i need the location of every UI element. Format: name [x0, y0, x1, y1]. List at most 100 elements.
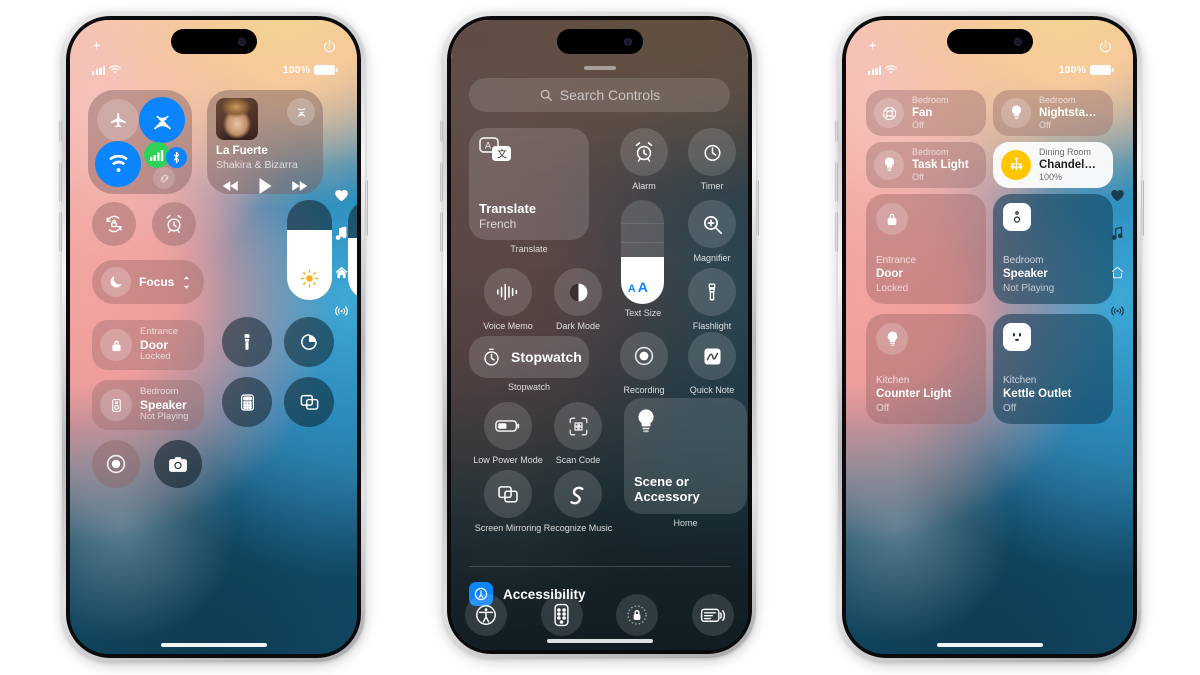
now-playing-module[interactable]: La Fuerte Shakira & Bizarra — [207, 90, 323, 194]
quick-note-icon — [688, 332, 736, 380]
home-indicator[interactable] — [160, 643, 267, 647]
gallery-alarm[interactable]: Alarm — [609, 128, 679, 192]
home-tile-bedroom-task-light[interactable]: Bedroom Task Light Off — [866, 142, 986, 188]
gallery-label: Screen Mirroring — [474, 523, 542, 533]
tile-room: Bedroom — [912, 95, 949, 106]
home-tile-kitchen-counter-light[interactable]: Kitchen Counter Light Off — [866, 314, 986, 424]
music-note-icon[interactable] — [1111, 226, 1124, 241]
airplane-mode-toggle[interactable] — [97, 99, 139, 141]
silent-switch[interactable] — [835, 120, 838, 142]
gallery-dark-mode[interactable]: Dark Mode — [543, 268, 613, 332]
home-tile-bedroom-speaker[interactable]: Bedroom Speaker Not Playing — [993, 194, 1113, 304]
home-icon[interactable] — [334, 265, 349, 280]
home-tile-entrance-door[interactable]: Entrance Door Locked — [92, 320, 204, 370]
gallery-low-power[interactable]: Low Power Mode — [473, 402, 543, 466]
power-icon[interactable] — [322, 39, 337, 54]
home-tile-kitchen-kettle-outlet[interactable]: Kitchen Kettle Outlet Off — [993, 314, 1113, 424]
alarm-control[interactable] — [152, 202, 196, 246]
guided-access-lock-icon[interactable] — [616, 594, 659, 636]
gallery-magnifier[interactable]: Magnifier — [677, 200, 747, 264]
text-size-slider[interactable]: AA — [621, 200, 664, 304]
volume-up-button[interactable] — [835, 162, 838, 202]
heart-icon[interactable] — [334, 188, 349, 202]
brightness-slider[interactable] — [287, 200, 332, 300]
rotation-lock-toggle[interactable] — [92, 202, 136, 246]
broadcast-icon[interactable] — [1110, 304, 1125, 318]
tile-room: Kitchen — [876, 375, 910, 387]
gallery-recording[interactable]: Recording — [609, 332, 679, 396]
heart-icon[interactable] — [1110, 188, 1125, 202]
airdrop-icon — [151, 109, 174, 132]
tile-state: Off — [912, 172, 924, 183]
gallery-scene-accessory-card[interactable]: Scene or Accessory — [624, 398, 747, 514]
gallery-stopwatch-card[interactable]: Stopwatch — [469, 336, 589, 378]
rewind-icon[interactable] — [222, 180, 240, 192]
side-power-button[interactable] — [756, 180, 759, 236]
volume-down-button[interactable] — [59, 212, 62, 252]
bluetooth-icon — [171, 151, 182, 164]
calculator-control[interactable] — [222, 377, 272, 427]
bluetooth-toggle[interactable] — [166, 147, 187, 168]
gallery-voice-memo[interactable]: Voice Memo — [473, 268, 543, 332]
tile-room: Bedroom — [1039, 95, 1076, 106]
home-indicator[interactable] — [546, 639, 653, 643]
battery-icon — [314, 65, 338, 75]
connectivity-module[interactable] — [88, 90, 192, 194]
home-tile-bedroom-fan[interactable]: Bedroom Fan Off — [866, 90, 986, 136]
gallery-scan-code[interactable]: Scan Code — [543, 402, 613, 466]
phone3-status-bar: 100% — [846, 62, 1133, 78]
hearing-device-icon[interactable] — [691, 594, 734, 636]
volume-slider[interactable] — [348, 200, 357, 300]
home-tile-bedroom-speaker[interactable]: Bedroom Speaker Not Playing — [92, 380, 204, 430]
forward-icon[interactable] — [290, 180, 308, 192]
home-indicator[interactable] — [936, 643, 1043, 647]
camera-icon — [167, 454, 189, 474]
search-controls-field[interactable]: Search Controls — [469, 78, 730, 112]
silent-switch[interactable] — [59, 120, 62, 142]
home-icon[interactable] — [1110, 265, 1125, 280]
hotspot-link-icon — [158, 172, 171, 185]
screen-record-control[interactable] — [92, 440, 140, 488]
silent-switch[interactable] — [440, 120, 443, 142]
chevron-updown-icon[interactable] — [182, 275, 191, 289]
gallery-timer[interactable]: Timer — [677, 128, 747, 192]
gallery-flashlight[interactable]: Flashlight — [677, 268, 747, 332]
volume-down-button[interactable] — [835, 212, 838, 252]
gallery-quick-note[interactable]: Quick Note — [677, 332, 747, 396]
gallery-screen-mirroring[interactable]: Screen Mirroring — [473, 470, 543, 534]
tile-name: Speaker — [1003, 268, 1048, 281]
home-tile-entrance-door[interactable]: Entrance Door Locked — [866, 194, 986, 304]
side-power-button[interactable] — [1141, 180, 1144, 236]
drag-handle[interactable] — [583, 66, 616, 70]
home-tile-bedroom-nightstand[interactable]: Bedroom Nightsta… Off — [993, 90, 1113, 136]
camera-control[interactable] — [154, 440, 202, 488]
calculator-icon — [238, 393, 257, 412]
broadcast-icon[interactable] — [334, 304, 349, 318]
remote-icon[interactable] — [540, 594, 583, 636]
play-icon[interactable] — [258, 177, 273, 195]
flashlight-control[interactable] — [222, 317, 272, 367]
volume-down-button[interactable] — [440, 212, 443, 252]
gallery-translate-card[interactable]: A文 Translate French — [469, 128, 589, 240]
tile-name: Door — [876, 268, 903, 281]
volume-up-button[interactable] — [59, 162, 62, 202]
music-note-icon[interactable] — [335, 226, 348, 241]
stopwatch-icon — [481, 347, 502, 368]
airdrop-toggle[interactable] — [139, 97, 185, 143]
power-icon[interactable] — [1098, 39, 1113, 54]
personal-hotspot-toggle[interactable] — [153, 167, 175, 189]
focus-control[interactable]: Focus — [92, 260, 204, 304]
accessibility-icon[interactable] — [465, 594, 507, 636]
screen-mirroring-control[interactable] — [284, 377, 334, 427]
volume-up-button[interactable] — [440, 162, 443, 202]
alarm-clock-icon — [163, 213, 185, 235]
airplay-audio-icon[interactable] — [287, 98, 315, 126]
wifi-toggle[interactable] — [95, 141, 141, 187]
tile-name: Nightsta… — [1039, 106, 1097, 119]
side-power-button[interactable] — [365, 180, 368, 236]
gallery-recognize-music[interactable]: Recognize Music — [543, 470, 613, 534]
tile-state: Off — [1003, 403, 1017, 414]
timer-control[interactable] — [284, 317, 334, 367]
tile-name: Door — [140, 337, 168, 352]
home-tile-dining-room-chandelier[interactable]: Dining Room Chandel… 100% — [993, 142, 1113, 188]
